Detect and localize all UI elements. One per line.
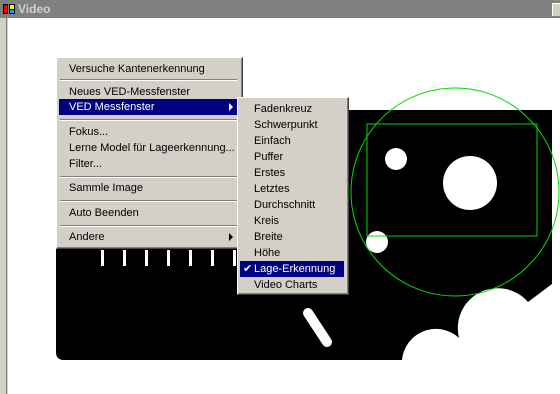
submenu-item-durchschnitt[interactable]: Durchschnitt	[240, 197, 344, 213]
menu-item-fokus[interactable]: Fokus...	[59, 124, 238, 140]
ved-messfenster-submenu: Fadenkreuz Schwerpunkt Einfach Puffer Er…	[237, 97, 349, 295]
submenu-item-video-charts[interactable]: Video Charts	[240, 277, 344, 293]
submenu-item-schwerpunkt[interactable]: Schwerpunkt	[240, 117, 344, 133]
app-icon	[3, 4, 15, 14]
submenu-item-lage-erkennung[interactable]: ✔ Lage-Erkennung	[240, 261, 344, 277]
submenu-item-kreis[interactable]: Kreis	[240, 213, 344, 229]
small-hole	[385, 148, 407, 170]
context-menu: Versuche Kantenerkennung Neues VED-Messf…	[56, 57, 243, 249]
menu-item-neues-ved-messfenster[interactable]: Neues VED-Messfenster	[59, 84, 238, 100]
window-control-button[interactable]	[552, 3, 560, 16]
window-title: Video	[18, 2, 51, 16]
submenu-arrow-icon	[229, 103, 233, 111]
menu-item-lerne-model[interactable]: Lerne Model für Lageerkennung...	[59, 140, 238, 156]
window-frame	[0, 18, 8, 394]
edge-hole	[366, 231, 388, 253]
menu-separator	[60, 225, 237, 227]
submenu-item-hoehe[interactable]: Höhe	[240, 245, 344, 261]
submenu-item-puffer[interactable]: Puffer	[240, 149, 344, 165]
menu-separator	[60, 176, 237, 178]
menu-separator	[60, 119, 237, 121]
menu-item-auto-beenden[interactable]: Auto Beenden	[59, 205, 238, 221]
checkmark-icon: ✔	[243, 263, 253, 275]
submenu-item-erstes[interactable]: Erstes	[240, 165, 344, 181]
menu-item-ved-messfenster[interactable]: VED Messfenster	[59, 99, 238, 115]
menu-item-versuche-kantenerkennung[interactable]: Versuche Kantenerkennung	[59, 61, 238, 77]
submenu-item-fadenkreuz[interactable]: Fadenkreuz	[240, 101, 344, 117]
menu-item-sammle-image[interactable]: Sammle Image	[59, 180, 238, 196]
submenu-item-breite[interactable]: Breite	[240, 229, 344, 245]
menu-item-filter[interactable]: Filter...	[59, 156, 238, 172]
menu-separator	[60, 200, 237, 202]
large-hole	[443, 156, 497, 210]
title-bar[interactable]: Video	[0, 0, 560, 18]
submenu-arrow-icon	[229, 233, 233, 241]
menu-separator	[60, 79, 237, 81]
submenu-item-einfach[interactable]: Einfach	[240, 133, 344, 149]
menu-item-andere[interactable]: Andere	[59, 229, 238, 245]
submenu-item-letztes[interactable]: Letztes	[240, 181, 344, 197]
